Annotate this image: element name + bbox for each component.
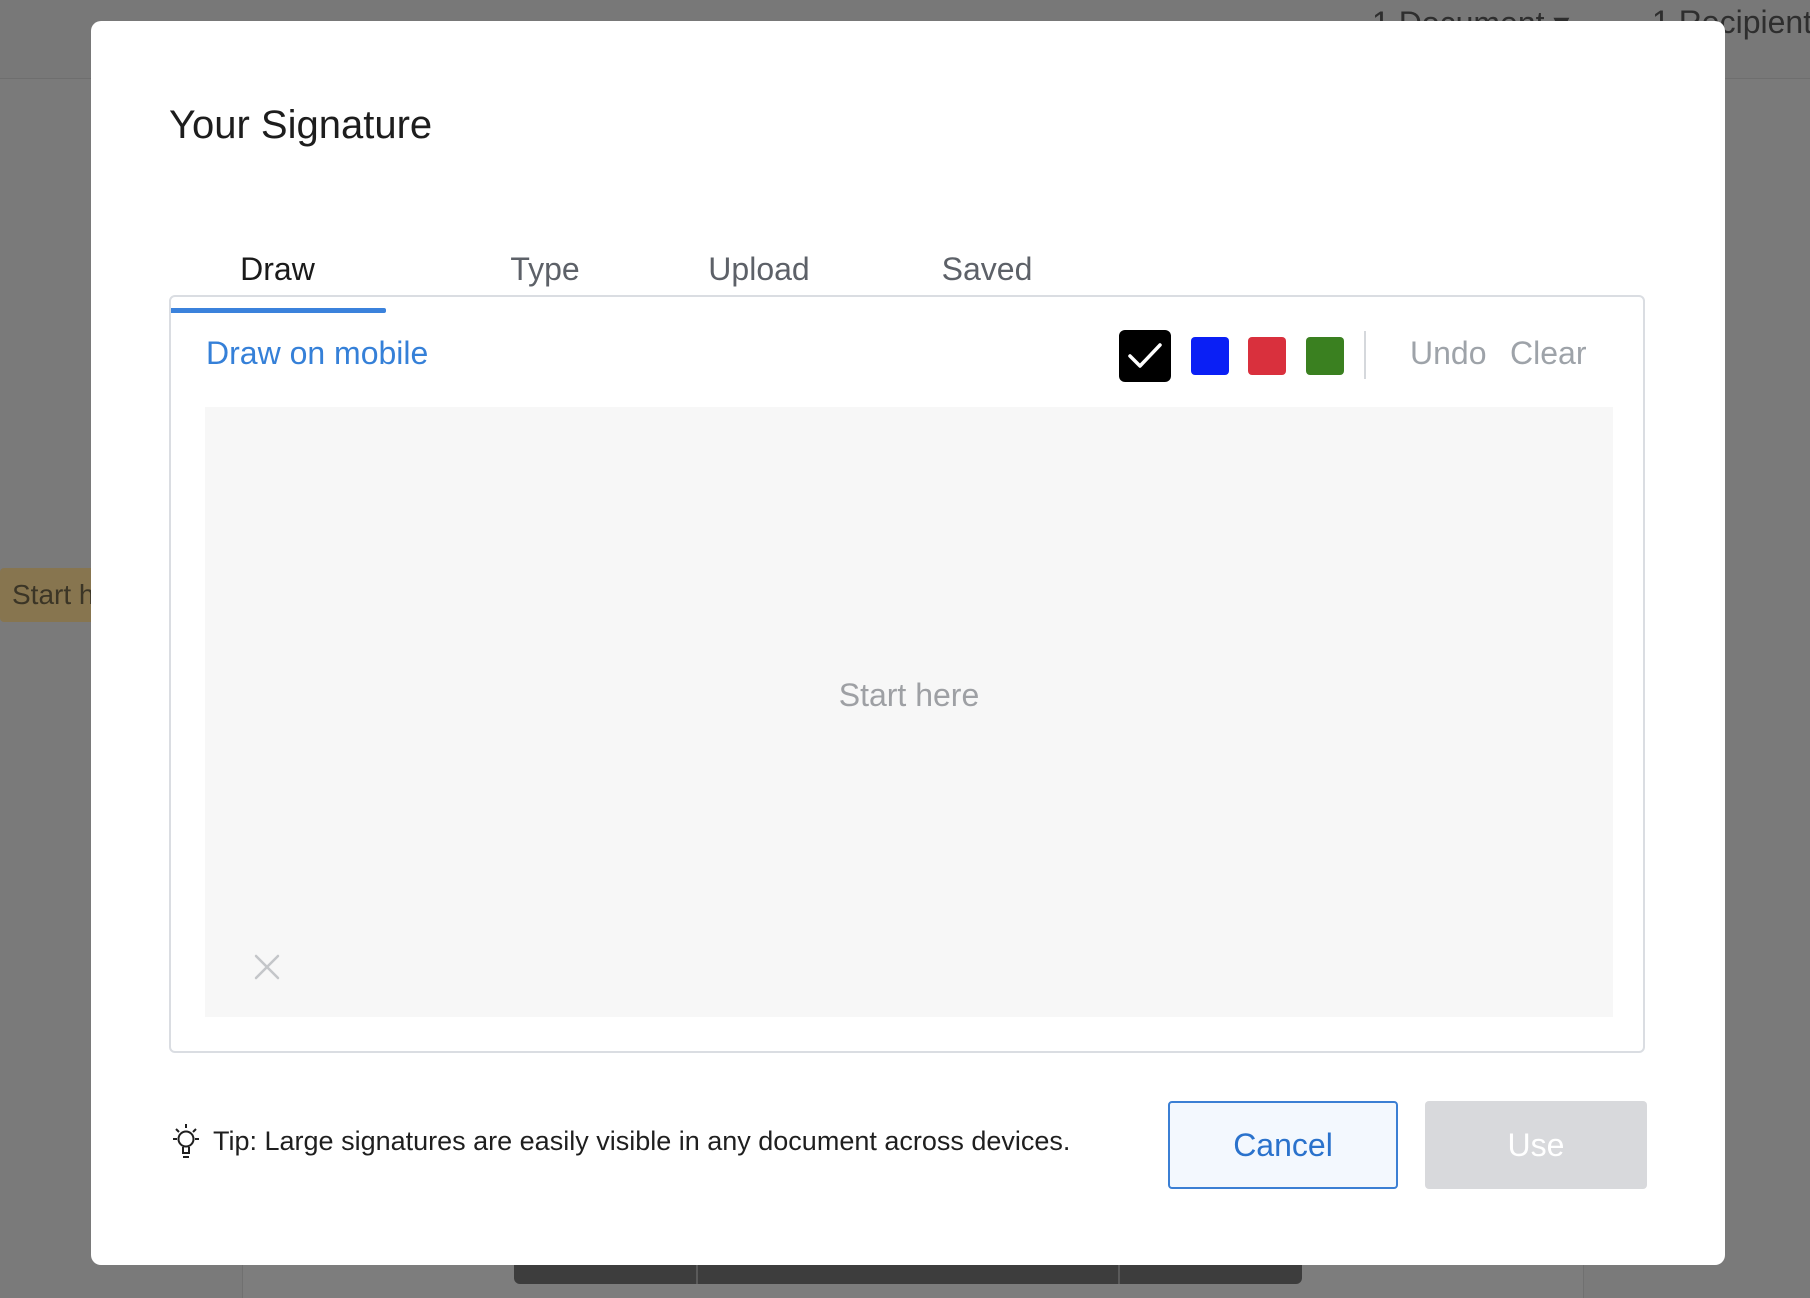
clear-button[interactable]: Clear (1510, 335, 1586, 372)
tip-row: Tip: Large signatures are easily visible… (169, 1122, 1070, 1160)
close-icon[interactable] (253, 953, 281, 981)
draw-panel: Draw on mobile Undo Clear Start here (169, 295, 1645, 1053)
color-swatch-blue[interactable] (1191, 337, 1229, 375)
toolbar-divider (1364, 331, 1366, 379)
use-button[interactable]: Use (1425, 1101, 1647, 1189)
background-bottom-toolbar (514, 1262, 1302, 1284)
checkmark-icon (1128, 343, 1162, 368)
dialog-title: Your Signature (169, 103, 433, 147)
signature-canvas[interactable]: Start here (205, 407, 1613, 1017)
toolbar-separator (696, 1262, 698, 1284)
lightbulb-icon (173, 1124, 199, 1158)
tip-text: Tip: Large signatures are easily visible… (213, 1125, 1071, 1156)
cancel-button[interactable]: Cancel (1168, 1101, 1398, 1189)
color-swatch-black[interactable] (1119, 330, 1171, 382)
draw-on-mobile-link[interactable]: Draw on mobile (206, 335, 428, 372)
toolbar-separator (1118, 1262, 1120, 1284)
canvas-placeholder: Start here (838, 677, 980, 713)
color-swatch-red[interactable] (1248, 337, 1286, 375)
undo-button[interactable]: Undo (1410, 335, 1487, 372)
signature-dialog: Your Signature Draw Type Upload Saved Dr… (91, 21, 1725, 1265)
color-swatch-green[interactable] (1306, 337, 1344, 375)
